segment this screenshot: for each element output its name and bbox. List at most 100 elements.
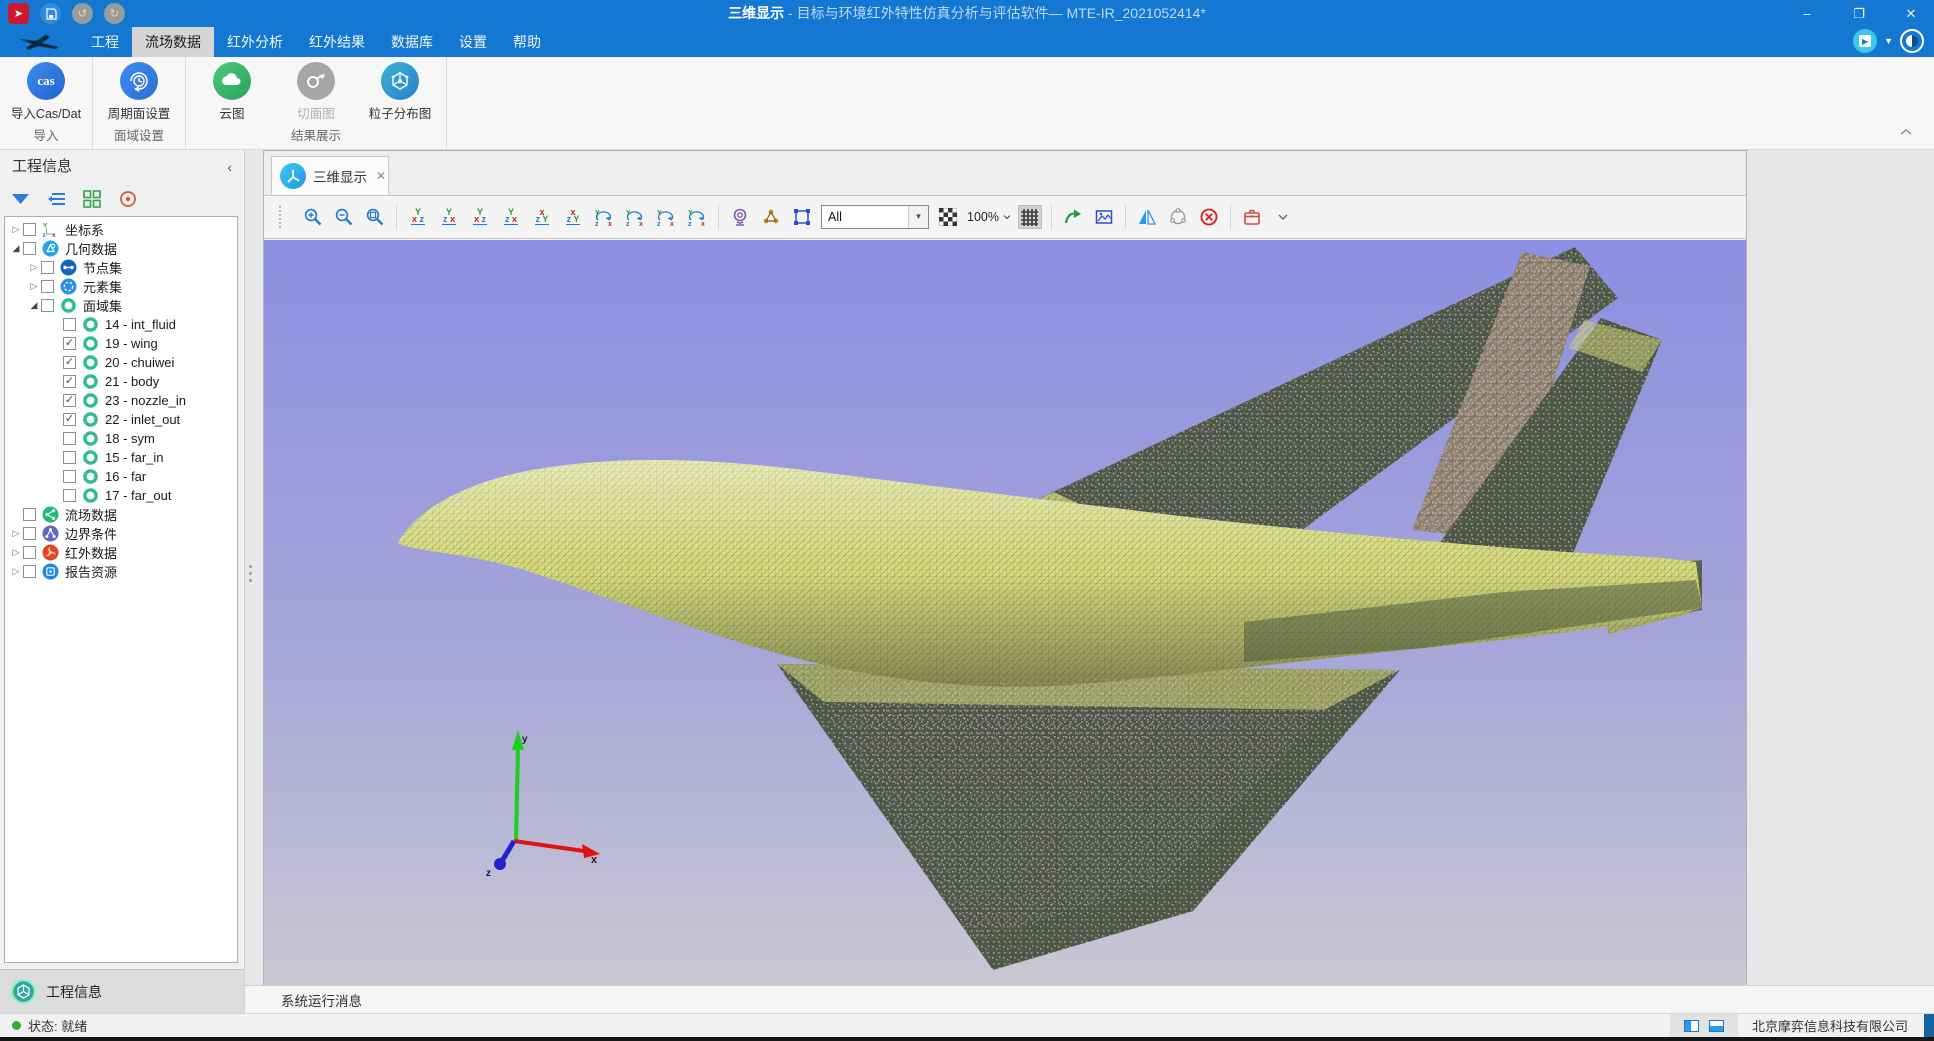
tree-expand-icon[interactable]: ▷ <box>27 262 41 273</box>
grid-view-icon[interactable] <box>82 189 102 209</box>
tree-checkbox[interactable] <box>23 242 36 255</box>
view-left-icon[interactable]: Yx z <box>468 205 492 229</box>
menu-item-1[interactable]: 流场数据 <box>132 27 214 57</box>
tree-item-坐标系[interactable]: ▷Yzx坐标系 <box>5 220 237 239</box>
combo-dropdown-icon[interactable]: ▼ <box>908 206 928 228</box>
tree-expand-icon[interactable]: ▷ <box>27 281 41 292</box>
close-icon[interactable]: ✕ <box>1888 0 1934 27</box>
tree-item-20-chuiwei[interactable]: ✓20 - chuiwei <box>5 353 237 372</box>
panel-footer[interactable]: 工程信息 <box>0 969 244 1013</box>
collapse-list-icon[interactable] <box>46 189 66 209</box>
particle-dist-button[interactable]: 粒子分布图 <box>358 62 442 122</box>
slice-map-button[interactable]: 切面图 <box>274 62 358 122</box>
zoom-fit-icon[interactable] <box>363 205 387 229</box>
tree-item-面域集[interactable]: ◢面域集 <box>5 296 237 315</box>
cloud-map-button[interactable]: 云图 <box>190 62 274 122</box>
tree-expand-icon[interactable]: ▷ <box>9 547 23 558</box>
iso-view-3-icon[interactable]: Yxz <box>654 205 678 229</box>
tree-expand-icon[interactable]: ◢ <box>27 300 41 311</box>
zoom-level-dropdown[interactable]: 100% <box>967 210 1011 224</box>
tree-item-17-far-out[interactable]: 17 - far_out <box>5 486 237 505</box>
minimize-icon[interactable]: – <box>1784 0 1830 27</box>
tree-item-23-nozzle-in[interactable]: ✓23 - nozzle_in <box>5 391 237 410</box>
tree-item-21-body[interactable]: ✓21 - body <box>5 372 237 391</box>
tree-item-几何数据[interactable]: ◢几何数据 <box>5 239 237 258</box>
tree-item-报告资源[interactable]: ▷报告资源 <box>5 562 237 581</box>
restore-icon[interactable]: ❐ <box>1836 0 1882 27</box>
smooth-icon[interactable] <box>1166 205 1190 229</box>
tree-item-红外数据[interactable]: ▷红外数据 <box>5 543 237 562</box>
theme-icon[interactable] <box>1900 29 1924 53</box>
iso-view-1-icon[interactable]: Yxz <box>592 205 616 229</box>
view-right-icon[interactable]: Yz x <box>499 205 523 229</box>
caret-down-icon[interactable] <box>1271 205 1295 229</box>
menu-item-4[interactable]: 数据库 <box>378 27 446 57</box>
panel-toggle-bottom-icon[interactable] <box>1709 1020 1724 1032</box>
view-front-icon[interactable]: Yx z <box>406 205 430 229</box>
tree-checkbox[interactable] <box>63 451 76 464</box>
period-clock-button[interactable]: 周期面设置 <box>97 62 181 122</box>
drag-handle[interactable] <box>270 205 294 229</box>
cas-button[interactable]: cas导入Cas/Dat <box>4 62 88 122</box>
tree-checkbox[interactable] <box>63 470 76 483</box>
tree-checkbox[interactable] <box>23 565 36 578</box>
viewport-3d[interactable]: x y z <box>264 240 1746 985</box>
locate-icon[interactable] <box>118 189 138 209</box>
tree-expand-icon[interactable]: ▷ <box>9 566 23 577</box>
tree-checkbox[interactable] <box>63 318 76 331</box>
tree-expand-icon[interactable]: ▷ <box>9 224 23 235</box>
window-style-icon[interactable]: ▶ <box>1853 29 1877 53</box>
menu-item-2[interactable]: 红外分析 <box>214 27 296 57</box>
tree-item-19-wing[interactable]: ✓19 - wing <box>5 334 237 353</box>
panel-splitter[interactable] <box>248 565 253 591</box>
cancel-icon[interactable] <box>1197 205 1221 229</box>
zoom-in-icon[interactable] <box>301 205 325 229</box>
tree-checkbox[interactable]: ✓ <box>63 413 76 426</box>
display-filter-combo[interactable]: All▼ <box>821 205 929 229</box>
checker-icon[interactable] <box>936 205 960 229</box>
menu-item-3[interactable]: 红外结果 <box>296 27 378 57</box>
tree-item-元素集[interactable]: ▷元素集 <box>5 277 237 296</box>
system-message-bar[interactable]: 系统运行消息 <box>245 985 1934 1013</box>
particles-icon[interactable] <box>759 205 783 229</box>
tree-item-14-int-fluid[interactable]: 14 - int_fluid <box>5 315 237 334</box>
iso-view-4-icon[interactable]: Yxz <box>685 205 709 229</box>
snapshot-icon[interactable] <box>1092 205 1116 229</box>
menu-item-0[interactable]: 工程 <box>78 27 132 57</box>
panel-collapse-icon[interactable]: ‹ <box>227 150 232 184</box>
tree-checkbox[interactable] <box>63 489 76 502</box>
zoom-out-icon[interactable] <box>332 205 356 229</box>
tree-checkbox[interactable]: ✓ <box>63 394 76 407</box>
tree-item-16-far[interactable]: 16 - far <box>5 467 237 486</box>
tree-checkbox[interactable] <box>41 280 54 293</box>
tree-item-流场数据[interactable]: 流场数据 <box>5 505 237 524</box>
dropdown-caret-icon[interactable]: ▼ <box>1884 36 1893 46</box>
tree-item-15-far-in[interactable]: 15 - far_in <box>5 448 237 467</box>
ribbon-collapse-icon[interactable] <box>1900 127 1912 139</box>
tab-close-icon[interactable]: ✕ <box>376 169 386 183</box>
view-back-icon[interactable]: Yz x <box>437 205 461 229</box>
tree-item-18-sym[interactable]: 18 - sym <box>5 429 237 448</box>
tree-checkbox[interactable] <box>41 299 54 312</box>
tree-checkbox[interactable] <box>63 432 76 445</box>
iso-view-2-icon[interactable]: Yxz <box>623 205 647 229</box>
tree-checkbox[interactable] <box>23 223 36 236</box>
tree-item-节点集[interactable]: ▷节点集 <box>5 258 237 277</box>
tree-checkbox[interactable] <box>41 261 54 274</box>
tree-checkbox[interactable] <box>23 527 36 540</box>
panel-toggle-left-icon[interactable] <box>1684 1020 1699 1032</box>
tree-checkbox[interactable]: ✓ <box>63 356 76 369</box>
select-rect-icon[interactable] <box>790 205 814 229</box>
view-bottom-icon[interactable]: xz Y <box>561 205 585 229</box>
tree-checkbox[interactable]: ✓ <box>63 337 76 350</box>
tree-item-22-inlet-out[interactable]: ✓22 - inlet_out <box>5 410 237 429</box>
grid-icon[interactable] <box>1018 205 1042 229</box>
tree-item-边界条件[interactable]: ▷边界条件 <box>5 524 237 543</box>
menu-item-5[interactable]: 设置 <box>446 27 500 57</box>
perspective-icon[interactable] <box>728 205 752 229</box>
tree-checkbox[interactable] <box>23 508 36 521</box>
tree-expand-icon[interactable]: ◢ <box>9 243 23 254</box>
tree-checkbox[interactable] <box>23 546 36 559</box>
mirror-icon[interactable] <box>1135 205 1159 229</box>
tree-checkbox[interactable]: ✓ <box>63 375 76 388</box>
